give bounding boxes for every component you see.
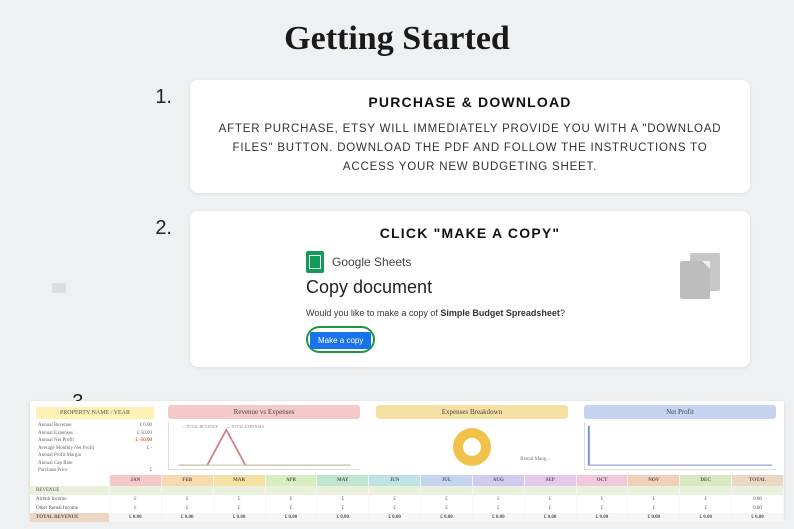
page-title: Getting Started xyxy=(0,0,794,80)
meta-row: Annual Profit Margin xyxy=(36,452,154,460)
property-meta-header: PROPERTY NAME / YEAR xyxy=(36,407,154,419)
month-header: JUN xyxy=(369,475,421,486)
meta-row: Average Monthly Net Profit£ - xyxy=(36,445,154,453)
donut-chart-icon xyxy=(453,428,491,466)
spreadsheet-preview: PROPERTY NAME / YEAR Annual Revenue£ 0.0… xyxy=(30,401,784,519)
month-header: APR xyxy=(266,475,318,486)
month-header: MAR xyxy=(214,475,266,486)
steps-container: 1. PURCHASE & DOWNLOAD AFTER PURCHASE, E… xyxy=(120,80,750,367)
chart-expenses-breakdown: Expenses Breakdown Rental Mang... xyxy=(368,401,576,475)
carousel-thumb-icon xyxy=(52,283,66,293)
step-2-card: CLICK "MAKE A COPY" Google Sheets Copy d… xyxy=(190,211,750,367)
step-2: 2. CLICK "MAKE A COPY" Google Sheets Cop… xyxy=(120,211,750,367)
step-1-number: 1. xyxy=(120,80,190,109)
meta-row: Annual Cap Rate xyxy=(36,460,154,468)
step-2-number: 2. xyxy=(120,211,190,240)
google-sheets-label: Google Sheets xyxy=(332,255,411,269)
table-row: REVENUE xyxy=(30,486,784,495)
donut-slice-label: Rental Mang... xyxy=(520,457,550,462)
step-2-heading: CLICK "MAKE A COPY" xyxy=(216,225,724,241)
copy-document-title: Copy document xyxy=(306,277,724,298)
chart-revenue-vs-expenses: Revenue vs Expenses TOTAL REVENUE TOTAL … xyxy=(160,401,368,475)
month-header: MAY xyxy=(317,475,369,486)
chart-net-profit: Net Profit xyxy=(576,401,784,475)
profit-line-icon xyxy=(585,422,776,469)
step-1: 1. PURCHASE & DOWNLOAD AFTER PURCHASE, E… xyxy=(120,80,750,193)
meta-row: Purchase Price£ xyxy=(36,467,154,475)
month-header: JUL xyxy=(421,475,473,486)
chart-title-rev-exp: Revenue vs Expenses xyxy=(168,405,360,419)
copy-question: Would you like to make a copy of Simple … xyxy=(306,308,724,318)
step-1-heading: PURCHASE & DOWNLOAD xyxy=(216,94,724,110)
google-sheets-row: Google Sheets xyxy=(306,251,724,273)
month-header: AUG xyxy=(473,475,525,486)
month-header: JAN xyxy=(110,475,162,486)
chart-title-profit: Net Profit xyxy=(584,405,776,419)
month-header: OCT xyxy=(577,475,629,486)
spreadsheet-grid: JANFEBMARAPRMAYJUNJULAUGSEPOCTNOVDECTOTA… xyxy=(30,475,784,519)
table-row: Airbnb Income££££££££££££0.00 xyxy=(30,495,784,504)
meta-row: Annual Expenses£ 50.00 xyxy=(36,430,154,438)
google-sheets-icon xyxy=(306,251,324,273)
table-row: TOTAL REVENUE£ 0.00£ 0.00£ 0.00£ 0.00£ 0… xyxy=(30,513,784,522)
month-header: DEC xyxy=(680,475,732,486)
meta-row: Annual Revenue£ 0.00 xyxy=(36,422,154,430)
month-header: SEP xyxy=(525,475,577,486)
table-row: Other Rental Income££££££££££££0.00 xyxy=(30,504,784,513)
chart-title-breakdown: Expenses Breakdown xyxy=(376,405,568,419)
month-header: TOTAL xyxy=(732,475,784,486)
step-1-body: AFTER PURCHASE, ETSY WILL IMMEDIATELY PR… xyxy=(216,120,724,177)
month-header: NOV xyxy=(628,475,680,486)
property-meta-panel: PROPERTY NAME / YEAR Annual Revenue£ 0.0… xyxy=(30,401,160,475)
line-chart-icon xyxy=(169,422,360,469)
month-header: FEB xyxy=(162,475,214,486)
meta-row: Annual Net Profit£ -50.00 xyxy=(36,437,154,445)
make-a-copy-highlight: Make a copy xyxy=(306,326,375,353)
step-1-card: PURCHASE & DOWNLOAD AFTER PURCHASE, ETSY… xyxy=(190,80,750,193)
document-stack-icon xyxy=(680,253,720,299)
make-a-copy-button[interactable]: Make a copy xyxy=(310,332,371,349)
